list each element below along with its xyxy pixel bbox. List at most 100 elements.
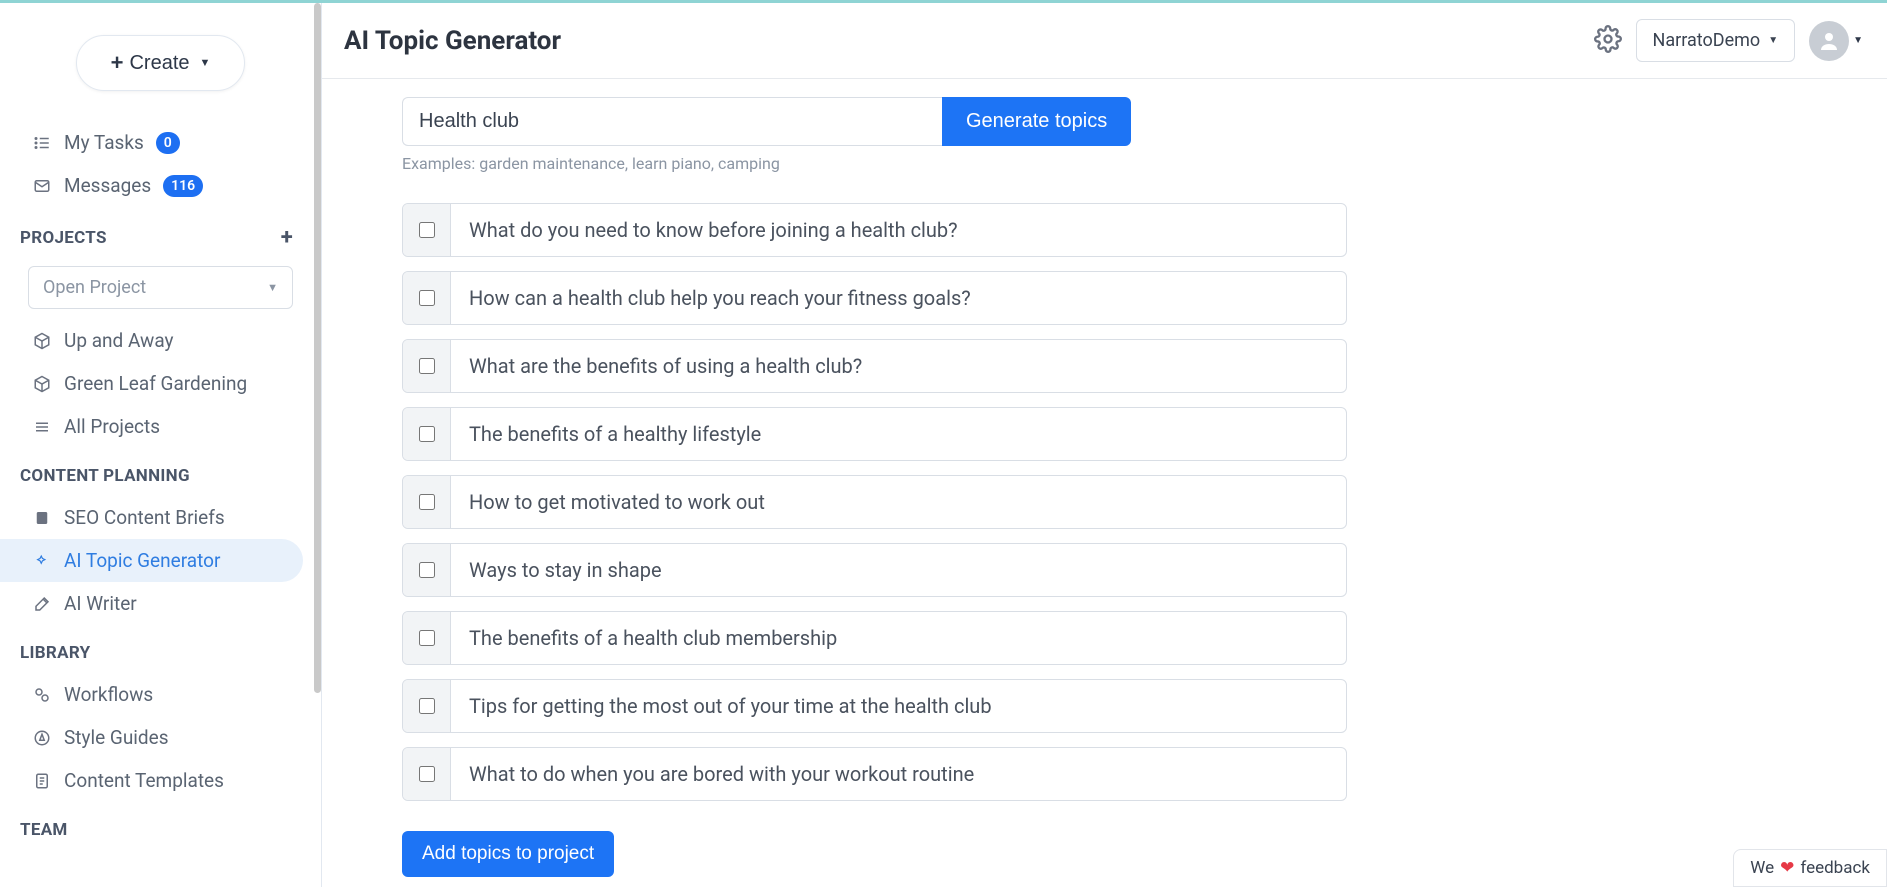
cube-icon bbox=[32, 331, 52, 351]
topic-checkbox[interactable] bbox=[419, 290, 435, 306]
topic-text: What are the benefits of using a health … bbox=[451, 340, 1346, 392]
sidebar-item-label: Messages bbox=[64, 174, 151, 197]
open-project-select[interactable]: Open Project ▼ bbox=[28, 266, 293, 309]
topic-text: Tips for getting the most out of your ti… bbox=[451, 680, 1346, 732]
sidebar-item-label: Content Templates bbox=[64, 769, 224, 792]
sparkle-icon bbox=[32, 551, 52, 571]
examples-text: Examples: garden maintenance, learn pian… bbox=[402, 154, 1807, 173]
topic-checkbox-wrap bbox=[403, 476, 451, 528]
topic-row: Tips for getting the most out of your ti… bbox=[402, 679, 1347, 733]
team-header: TEAM bbox=[0, 802, 321, 850]
plus-icon: + bbox=[111, 50, 124, 76]
sidebar-scrollbar[interactable] bbox=[314, 3, 321, 693]
topic-checkbox[interactable] bbox=[419, 562, 435, 578]
create-label: Create bbox=[129, 52, 189, 75]
wand-icon bbox=[32, 594, 52, 614]
section-label: PROJECTS bbox=[20, 228, 107, 248]
topic-text: How to get motivated to work out bbox=[451, 476, 1346, 528]
topic-row: What do you need to know before joining … bbox=[402, 203, 1347, 257]
sidebar-project-green-leaf[interactable]: Green Leaf Gardening bbox=[0, 362, 321, 405]
topic-checkbox-wrap bbox=[403, 408, 451, 460]
workspace-label: NarratoDemo bbox=[1653, 30, 1761, 51]
sidebar-item-label: AI Topic Generator bbox=[64, 549, 220, 572]
topic-text: What do you need to know before joining … bbox=[451, 204, 1346, 256]
create-button[interactable]: + Create ▼ bbox=[76, 35, 246, 91]
topic-input[interactable] bbox=[402, 97, 942, 146]
caret-down-icon: ▼ bbox=[267, 281, 278, 294]
sidebar-item-label: Green Leaf Gardening bbox=[64, 372, 247, 395]
sidebar-item-label: Workflows bbox=[64, 683, 153, 706]
topic-row: How can a health club help you reach you… bbox=[402, 271, 1347, 325]
library-header: LIBRARY bbox=[0, 625, 321, 673]
document-icon bbox=[32, 771, 52, 791]
sidebar-item-ai-topic-generator[interactable]: AI Topic Generator bbox=[0, 539, 303, 582]
sidebar-item-label: Style Guides bbox=[64, 726, 169, 749]
caret-down-icon: ▼ bbox=[200, 57, 211, 69]
topic-checkbox-wrap bbox=[403, 748, 451, 800]
user-menu[interactable]: ▼ bbox=[1809, 21, 1863, 61]
topic-checkbox-wrap bbox=[403, 272, 451, 324]
topic-row: The benefits of a healthy lifestyle bbox=[402, 407, 1347, 461]
list-icon bbox=[32, 417, 52, 437]
caret-down-icon: ▼ bbox=[1768, 35, 1778, 46]
section-label: CONTENT PLANNING bbox=[20, 466, 190, 486]
content-planning-header: CONTENT PLANNING bbox=[0, 448, 321, 496]
sidebar-item-content-templates[interactable]: Content Templates bbox=[0, 759, 321, 802]
tasks-icon bbox=[32, 133, 52, 153]
topic-text: What to do when you are bored with your … bbox=[451, 748, 1346, 800]
feedback-widget[interactable]: We ❤ feedback bbox=[1733, 849, 1887, 887]
topic-checkbox-wrap bbox=[403, 340, 451, 392]
topic-row: What to do when you are bored with your … bbox=[402, 747, 1347, 801]
sidebar-item-label: Up and Away bbox=[64, 329, 174, 352]
add-topics-button[interactable]: Add topics to project bbox=[402, 831, 614, 877]
topic-checkbox[interactable] bbox=[419, 426, 435, 442]
workspace-dropdown[interactable]: NarratoDemo ▼ bbox=[1636, 19, 1796, 62]
gear-icon bbox=[1594, 25, 1622, 53]
sidebar-item-messages[interactable]: Messages 116 bbox=[0, 164, 321, 207]
section-label: TEAM bbox=[20, 820, 68, 840]
settings-button[interactable] bbox=[1594, 25, 1622, 57]
sidebar-item-seo-briefs[interactable]: SEO Content Briefs bbox=[0, 496, 321, 539]
gears-icon bbox=[32, 685, 52, 705]
cube-icon bbox=[32, 374, 52, 394]
topic-checkbox[interactable] bbox=[419, 222, 435, 238]
caret-down-icon: ▼ bbox=[1853, 35, 1863, 46]
topic-checkbox[interactable] bbox=[419, 698, 435, 714]
page-title: AI Topic Generator bbox=[344, 26, 561, 56]
content-area: Generate topics Examples: garden mainten… bbox=[322, 79, 1887, 887]
messages-badge: 116 bbox=[163, 175, 203, 197]
sidebar-item-style-guides[interactable]: Style Guides bbox=[0, 716, 321, 759]
note-icon bbox=[32, 508, 52, 528]
sidebar-item-workflows[interactable]: Workflows bbox=[0, 673, 321, 716]
topic-row: Ways to stay in shape bbox=[402, 543, 1347, 597]
topic-text: The benefits of a healthy lifestyle bbox=[451, 408, 1346, 460]
topic-list: What do you need to know before joining … bbox=[402, 203, 1347, 801]
generate-topics-button[interactable]: Generate topics bbox=[942, 97, 1131, 146]
sidebar-item-label: All Projects bbox=[64, 415, 160, 438]
topic-checkbox-wrap bbox=[403, 612, 451, 664]
sidebar-item-label: AI Writer bbox=[64, 592, 137, 615]
topic-checkbox[interactable] bbox=[419, 494, 435, 510]
heart-icon: ❤ bbox=[1780, 858, 1794, 878]
section-label: LIBRARY bbox=[20, 643, 90, 663]
add-project-icon[interactable]: + bbox=[281, 225, 293, 250]
mail-icon bbox=[32, 176, 52, 196]
topic-row: The benefits of a health club membership bbox=[402, 611, 1347, 665]
sidebar-all-projects[interactable]: All Projects bbox=[0, 405, 321, 448]
topic-text: The benefits of a health club membership bbox=[451, 612, 1346, 664]
topic-checkbox-wrap bbox=[403, 680, 451, 732]
avatar bbox=[1809, 21, 1849, 61]
topic-checkbox[interactable] bbox=[419, 630, 435, 646]
sidebar-item-label: SEO Content Briefs bbox=[64, 506, 225, 529]
topic-checkbox[interactable] bbox=[419, 766, 435, 782]
main-area: AI Topic Generator NarratoDemo ▼ ▼ bbox=[322, 3, 1887, 887]
sidebar-project-up-and-away[interactable]: Up and Away bbox=[0, 319, 321, 362]
page-header: AI Topic Generator NarratoDemo ▼ ▼ bbox=[322, 3, 1887, 79]
feedback-suffix: feedback bbox=[1800, 858, 1870, 878]
compass-icon bbox=[32, 728, 52, 748]
sidebar-item-ai-writer[interactable]: AI Writer bbox=[0, 582, 321, 625]
sidebar-item-tasks[interactable]: My Tasks 0 bbox=[0, 121, 321, 164]
user-icon bbox=[1817, 29, 1841, 53]
topic-checkbox[interactable] bbox=[419, 358, 435, 374]
tasks-badge: 0 bbox=[156, 132, 180, 154]
